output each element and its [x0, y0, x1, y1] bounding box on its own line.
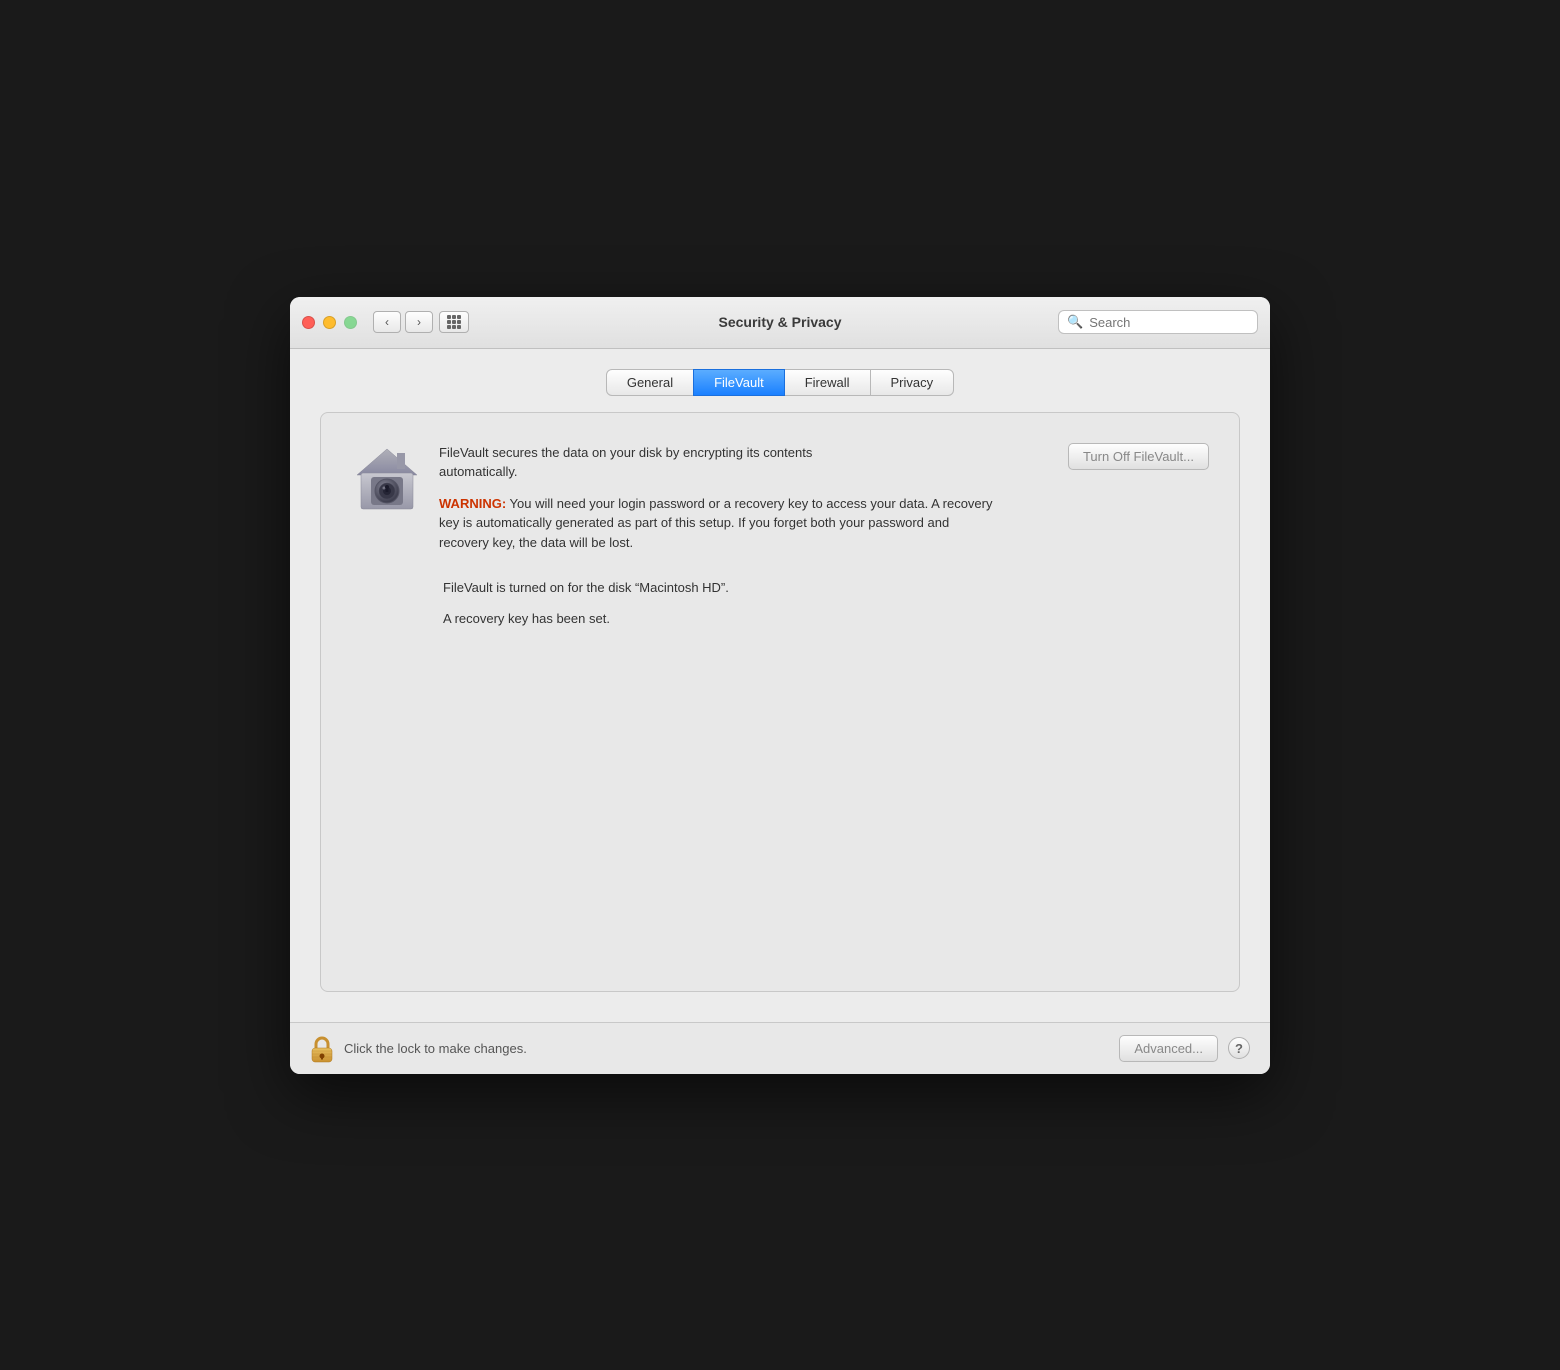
- zoom-button[interactable]: [344, 316, 357, 329]
- filevault-icon: [351, 443, 423, 515]
- window-title: Security & Privacy: [719, 314, 842, 330]
- tab-privacy[interactable]: Privacy: [870, 369, 955, 396]
- warning-label: WARNING:: [439, 496, 506, 511]
- filevault-status: FileVault is turned on for the disk “Mac…: [351, 580, 1209, 595]
- warning-text: WARNING: You will need your login passwo…: [439, 494, 999, 553]
- search-icon: 🔍: [1067, 314, 1083, 330]
- forward-button[interactable]: ›: [405, 311, 433, 333]
- filevault-description: FileVault secures the data on your disk …: [439, 443, 859, 482]
- bottom-bar: Click the lock to make changes. Advanced…: [290, 1022, 1270, 1074]
- warning-body: You will need your login password or a r…: [439, 496, 993, 550]
- search-input[interactable]: [1089, 315, 1249, 330]
- tab-bar: General FileVault Firewall Privacy: [320, 369, 1240, 396]
- filevault-panel: FileVault secures the data on your disk …: [320, 412, 1240, 992]
- main-window: ‹ › Security & Privacy 🔍 General FileVau…: [290, 297, 1270, 1074]
- traffic-lights: [302, 316, 357, 329]
- header-right: Turn Off FileVault...: [1068, 443, 1209, 470]
- grid-icon: [447, 315, 461, 329]
- help-button[interactable]: ?: [1228, 1037, 1250, 1059]
- filevault-body: FileVault secures the data on your disk …: [351, 443, 1209, 553]
- turn-off-filevault-button[interactable]: Turn Off FileVault...: [1068, 443, 1209, 470]
- tab-filevault[interactable]: FileVault: [693, 369, 785, 396]
- forward-icon: ›: [417, 315, 421, 329]
- grid-menu-button[interactable]: [439, 311, 469, 333]
- tab-general[interactable]: General: [606, 369, 694, 396]
- minimize-button[interactable]: [323, 316, 336, 329]
- tab-firewall[interactable]: Firewall: [784, 369, 871, 396]
- titlebar: ‹ › Security & Privacy 🔍: [290, 297, 1270, 349]
- lock-label: Click the lock to make changes.: [344, 1041, 1109, 1056]
- back-button[interactable]: ‹: [373, 311, 401, 333]
- advanced-button[interactable]: Advanced...: [1119, 1035, 1218, 1062]
- content-area: General FileVault Firewall Privacy: [290, 349, 1270, 1022]
- filevault-info: FileVault secures the data on your disk …: [423, 443, 1068, 553]
- lock-icon[interactable]: [310, 1036, 334, 1060]
- close-button[interactable]: [302, 316, 315, 329]
- nav-buttons: ‹ ›: [373, 311, 433, 333]
- search-box: 🔍: [1058, 310, 1258, 334]
- recovery-key-status: A recovery key has been set.: [351, 611, 1209, 626]
- back-icon: ‹: [385, 315, 389, 329]
